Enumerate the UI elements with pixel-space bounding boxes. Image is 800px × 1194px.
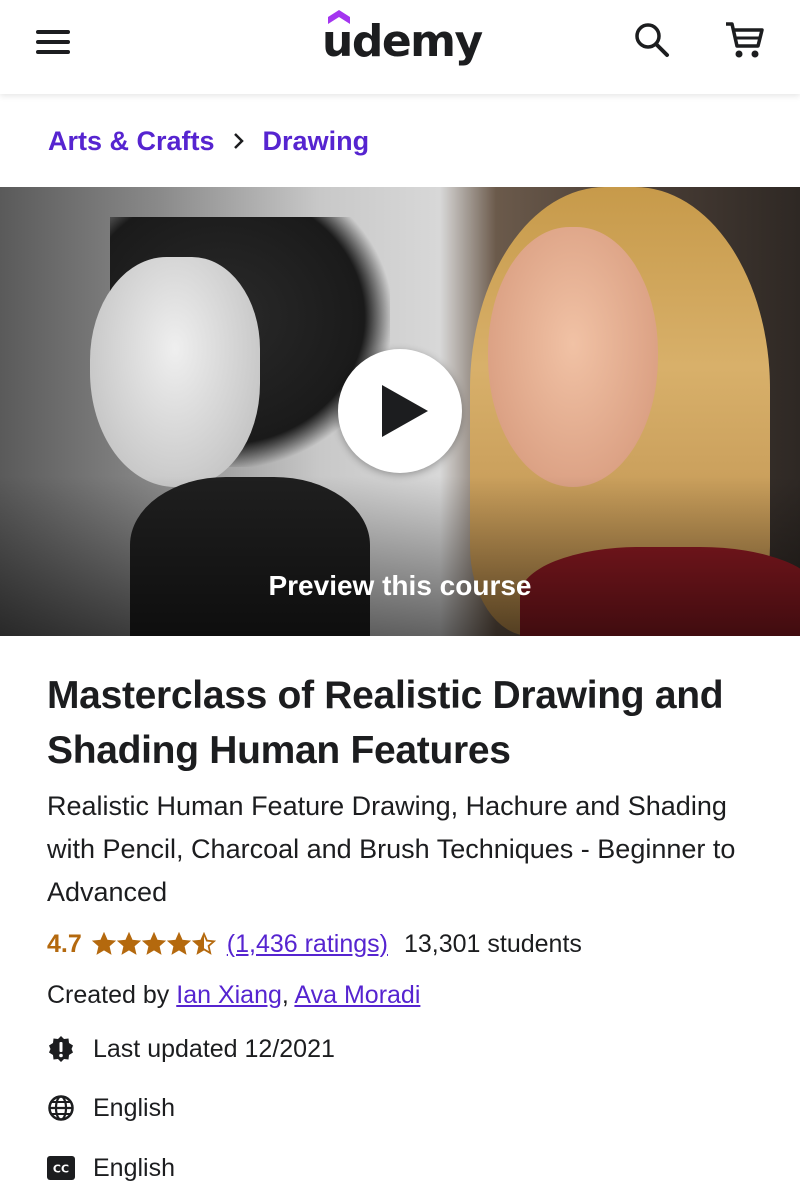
alert-badge-icon xyxy=(47,1035,75,1063)
creator-link-ian-xiang[interactable]: Ian Xiang xyxy=(176,981,282,1009)
course-preview-video[interactable]: Preview this course xyxy=(0,187,800,636)
breadcrumb: Arts & Crafts Drawing xyxy=(48,124,369,158)
udemy-logo[interactable]: udemy xyxy=(322,6,483,72)
students-count: 13,301 students xyxy=(403,929,582,958)
chevron-right-icon xyxy=(233,132,245,150)
cart-icon[interactable] xyxy=(722,18,766,62)
preview-course-label[interactable]: Preview this course xyxy=(0,570,800,602)
last-updated: Last updated 12/2021 xyxy=(47,1032,335,1066)
svg-text:CC: CC xyxy=(53,1163,69,1176)
language: English xyxy=(47,1091,175,1125)
course-title: Masterclass of Realistic Drawing and Sha… xyxy=(47,674,724,772)
breadcrumb-arts-crafts[interactable]: Arts & Crafts xyxy=(48,126,215,157)
globe-icon xyxy=(47,1094,75,1122)
language-text: English xyxy=(93,1093,175,1122)
hamburger-menu-icon[interactable] xyxy=(34,26,74,58)
created-by: Created by Ian Xiang, Ava Moradi xyxy=(47,981,420,1010)
star-full-icon xyxy=(166,932,191,955)
breadcrumb-drawing[interactable]: Drawing xyxy=(263,126,370,157)
rating-row: 4.7 (1,436 ratings) 13,301 students xyxy=(47,925,582,963)
star-full-icon xyxy=(141,932,166,955)
rating-value: 4.7 xyxy=(47,929,82,958)
captions-text: English xyxy=(93,1153,175,1182)
logo-text: udemy xyxy=(322,16,483,67)
star-full-icon xyxy=(91,932,116,955)
star-half-icon xyxy=(191,932,216,955)
closed-captions-icon: CC xyxy=(47,1154,75,1182)
play-icon xyxy=(382,385,428,437)
captions: CC English xyxy=(47,1151,175,1185)
search-icon[interactable] xyxy=(632,20,672,60)
last-updated-text: Last updated 12/2021 xyxy=(93,1034,335,1063)
creator-link-ava-moradi[interactable]: Ava Moradi xyxy=(294,981,420,1009)
star-full-icon xyxy=(116,932,141,955)
top-header: udemy xyxy=(0,0,800,94)
course-subtitle: Realistic Human Feature Drawing, Hachure… xyxy=(47,791,736,907)
star-rating xyxy=(91,932,217,956)
created-by-label: Created by xyxy=(47,981,170,1009)
creator-separator: , xyxy=(281,981,295,1009)
ratings-count-link[interactable]: (1,436 ratings) xyxy=(227,930,388,959)
play-button[interactable] xyxy=(338,349,462,473)
